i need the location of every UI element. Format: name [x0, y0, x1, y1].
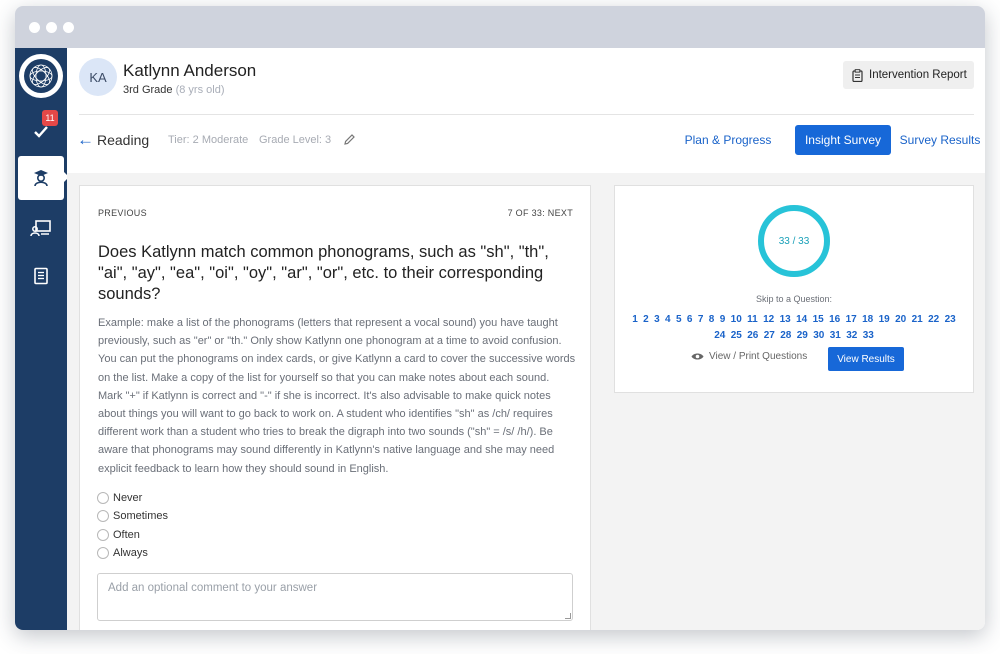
question-link-27[interactable]: 27: [764, 330, 775, 341]
question-link-22[interactable]: 22: [928, 314, 939, 325]
question-link-16[interactable]: 16: [829, 314, 840, 325]
question-number-list: 1 2 3 4 5 6 7 8 9 10 11 12 13 14 15 16 1…: [629, 312, 959, 344]
header-divider: [79, 114, 974, 115]
next-link[interactable]: 7 OF 33: NEXT: [508, 208, 573, 218]
question-link-24[interactable]: 24: [714, 330, 725, 341]
grade-label: 3rd Grade: [123, 84, 173, 96]
question-card: PREVIOUS 7 OF 33: NEXT Does Katlynn matc…: [79, 185, 591, 630]
question-link-5[interactable]: 5: [676, 314, 682, 325]
option-never[interactable]: Never: [97, 489, 168, 507]
option-label: Always: [113, 547, 148, 560]
comment-textarea[interactable]: Add an optional comment to your answer: [97, 573, 573, 621]
checkmark-icon: [34, 126, 48, 138]
option-label: Sometimes: [113, 510, 169, 523]
question-link-30[interactable]: 30: [813, 330, 824, 341]
option-label: Never: [113, 492, 143, 505]
answer-options: Never Sometimes Often Always: [97, 489, 168, 562]
eye-icon: [691, 353, 704, 360]
question-link-15[interactable]: 15: [813, 314, 824, 325]
main-content: KA Katlynn Anderson 3rd Grade (8 yrs old…: [67, 48, 985, 630]
sidebar-item-tasks[interactable]: [15, 110, 67, 154]
question-link-32[interactable]: 32: [846, 330, 857, 341]
radio-button[interactable]: [97, 547, 109, 560]
question-link-17[interactable]: 17: [846, 314, 857, 325]
report-label: Intervention Report: [869, 69, 967, 81]
progress-card: 33 / 33 Skip to a Question: 1 2 3 4 5 6 …: [614, 185, 974, 393]
question-link-18[interactable]: 18: [862, 314, 873, 325]
question-link-7[interactable]: 7: [698, 314, 704, 325]
question-text: Does Katlynn match common phonograms, su…: [98, 243, 549, 303]
option-sometimes[interactable]: Sometimes: [97, 507, 168, 525]
tab-plan-progress[interactable]: Plan & Progress: [679, 125, 777, 155]
browser-window: 11 KA Katlynn Anderson 3rd Grade (8 yrs …: [15, 6, 985, 630]
student-header: KA Katlynn Anderson 3rd Grade (8 yrs old…: [67, 48, 985, 173]
previous-link[interactable]: PREVIOUS: [98, 208, 147, 218]
intervention-report-button[interactable]: Intervention Report: [843, 61, 974, 89]
question-link-1[interactable]: 1: [632, 314, 638, 325]
question-link-31[interactable]: 31: [830, 330, 841, 341]
view-print-questions-link[interactable]: View / Print Questions: [691, 351, 807, 362]
notification-badge: 11: [42, 110, 58, 126]
question-link-20[interactable]: 20: [895, 314, 906, 325]
edit-pencil-icon[interactable]: [343, 133, 356, 149]
question-link-29[interactable]: 29: [797, 330, 808, 341]
question-link-11[interactable]: 11: [747, 314, 758, 325]
question-link-12[interactable]: 12: [763, 314, 774, 325]
question-link-26[interactable]: 26: [747, 330, 758, 341]
question-link-13[interactable]: 13: [780, 314, 791, 325]
resize-handle-icon[interactable]: [565, 613, 571, 619]
skip-label: Skip to a Question:: [755, 294, 833, 304]
option-always[interactable]: Always: [97, 544, 168, 562]
question-example: Example: make a list of the phonograms (…: [98, 317, 576, 475]
sidebar-item-classroom[interactable]: [15, 206, 67, 250]
teacher-screen-icon: [30, 220, 51, 237]
grade-level-label: Grade Level: 3: [259, 134, 332, 146]
radio-button[interactable]: [97, 510, 109, 523]
question-link-4[interactable]: 4: [665, 314, 671, 325]
avatar: KA: [79, 58, 117, 96]
window-dot-icon: [46, 22, 57, 33]
question-link-9[interactable]: 9: [720, 314, 726, 325]
question-link-25[interactable]: 25: [731, 330, 742, 341]
question-link-14[interactable]: 14: [796, 314, 807, 325]
app-logo[interactable]: [19, 54, 63, 98]
student-icon: [34, 170, 48, 187]
question-link-3[interactable]: 3: [654, 314, 660, 325]
question-link-10[interactable]: 10: [731, 314, 742, 325]
tab-insight-survey[interactable]: Insight Survey: [795, 125, 891, 155]
view-results-button[interactable]: View Results: [828, 347, 904, 371]
question-link-8[interactable]: 8: [709, 314, 715, 325]
question-link-21[interactable]: 21: [912, 314, 923, 325]
question-link-33[interactable]: 33: [863, 330, 874, 341]
browser-title-bar: [15, 6, 985, 48]
question-link-2[interactable]: 2: [643, 314, 649, 325]
clipboard-icon: [852, 68, 863, 82]
back-arrow-icon[interactable]: ←: [77, 130, 94, 150]
subject-title: Reading: [97, 132, 150, 148]
tier-label: Tier: 2 Moderate: [168, 134, 249, 146]
sidebar: 11: [15, 48, 69, 630]
question-link-19[interactable]: 19: [879, 314, 890, 325]
student-name: Katlynn Anderson: [123, 61, 257, 80]
question-link-23[interactable]: 23: [945, 314, 956, 325]
progress-count: 33 / 33: [778, 235, 810, 247]
student-grade: 3rd Grade (8 yrs old): [123, 84, 225, 96]
tab-survey-results[interactable]: Survey Results: [897, 125, 983, 155]
view-print-label: View / Print Questions: [709, 351, 808, 362]
radio-button[interactable]: [97, 492, 109, 505]
question-link-6[interactable]: 6: [687, 314, 693, 325]
sidebar-item-students[interactable]: [18, 156, 64, 200]
globe-logo-icon: [24, 59, 58, 93]
question-link-28[interactable]: 28: [780, 330, 791, 341]
window-dot-icon: [29, 22, 40, 33]
age-label: (8 yrs old): [175, 84, 225, 96]
sidebar-item-resources[interactable]: [15, 254, 67, 298]
radio-button[interactable]: [97, 528, 109, 541]
window-dot-icon: [63, 22, 74, 33]
option-often[interactable]: Often: [97, 526, 168, 544]
option-label: Often: [113, 528, 140, 541]
book-icon: [34, 267, 48, 285]
